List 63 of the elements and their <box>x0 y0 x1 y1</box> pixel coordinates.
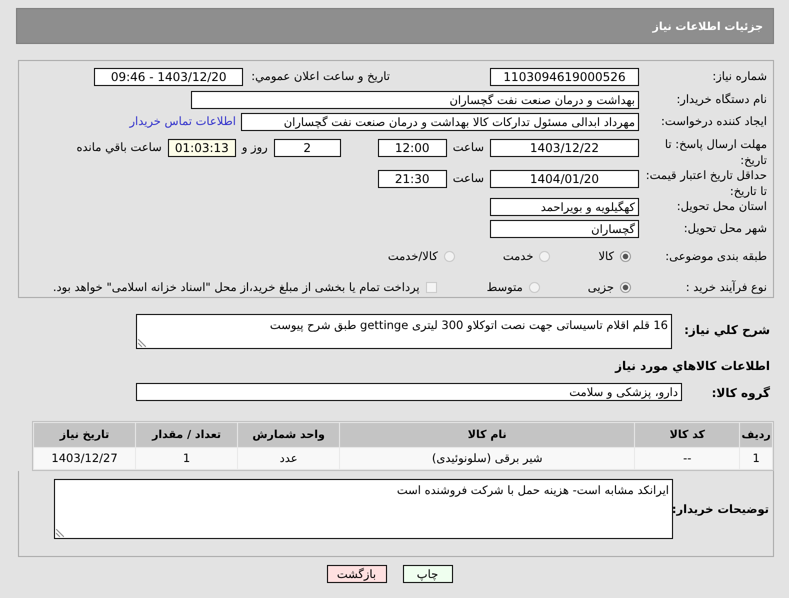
remaining-label: ساعت باقي مانده <box>76 139 162 156</box>
requester-field: مهرداد ابدالی مسئول تدارکات کالا بهداشت و درمان صنعت نفت گچساران <box>241 113 639 131</box>
column-header: تاریخ نیاز <box>34 423 136 447</box>
buyer-contact-link[interactable]: اطلاعات تماس خریدار <box>129 113 236 130</box>
days-label: روز و <box>242 139 268 156</box>
goods-group-field: دارو، پزشکی و سلامت <box>136 383 682 401</box>
city-field: گچساران <box>490 220 639 238</box>
table-cell: 1 <box>136 448 238 469</box>
checkbox[interactable] <box>426 282 437 293</box>
deadline-date-field: 1403/12/22 <box>490 139 639 157</box>
table-cell: 1 <box>740 448 772 469</box>
radio-label: متوسط <box>486 279 523 296</box>
field-label: استان محل تحویل: <box>676 198 768 215</box>
resize-grip-icon[interactable] <box>138 339 146 347</box>
validity-date-field: 1404/01/20 <box>490 170 639 188</box>
field-label: شرح کلي نياز: <box>683 322 771 339</box>
field-label: گروه کالا: <box>710 385 771 402</box>
radio-button[interactable] <box>620 251 631 262</box>
description-text: 16 قلم اقلام تاسیساتی جهت نصت اتوکلاو 300 لیتری gettinge طبق شرح پیوست <box>270 318 668 332</box>
field-label: طبقه بندی موضوعی: <box>664 248 768 265</box>
page-title: جزئیات اطلاعات نیاز <box>652 20 763 32</box>
table-cell: شیر برقی (سلونوئیدی) <box>340 448 634 469</box>
field-label: نوع فرآیند خرید : <box>684 279 768 296</box>
treasury-note: پرداخت تمام یا بخشی از مبلغ خرید،از محل "اسناد خزانه اسلامی" خواهد بود. <box>52 279 420 296</box>
radio-label: جزیی <box>588 279 614 296</box>
column-header: کد کالا <box>635 423 740 447</box>
field-label: تاریخ و ساعت اعلان عمومي: <box>251 68 390 85</box>
column-header: ردیف <box>740 423 772 447</box>
radio-button[interactable] <box>528 282 540 293</box>
field-label: توضیحات خریدار: <box>673 501 770 518</box>
radio-label: کالا <box>598 248 614 265</box>
deadline-time-field: 12:00 <box>378 139 447 157</box>
field-label: شهر محل تحویل: <box>682 220 768 237</box>
field-label: نام دستگاه خریدار: <box>675 91 768 108</box>
radio-button[interactable] <box>444 251 455 262</box>
time-label: ساعت <box>452 170 484 187</box>
province-field: کهگیلویه و بویراحمد <box>490 198 639 216</box>
field-label: شماره نیاز: <box>711 68 768 85</box>
field-label: حداقل تاریخ اعتبار قیمت: تا تاریخ: <box>644 167 768 199</box>
table-cell: -- <box>635 448 740 469</box>
days-field: 2 <box>274 139 341 157</box>
remaining-time-field: 01:03:13 <box>168 139 236 157</box>
section-title: اطلاعات کالاهاي مورد نياز <box>614 358 770 375</box>
need-number-field: 1103094619000526 <box>490 68 639 86</box>
column-header: نام کالا <box>340 423 634 447</box>
buyer-org-field: بهداشت و درمان صنعت نفت گچساران <box>191 91 639 109</box>
field-label: ایجاد کننده درخواست: <box>660 113 768 130</box>
table-cell: عدد <box>238 448 340 469</box>
column-header: واحد شمارش <box>238 423 340 447</box>
validity-time-field: 21:30 <box>378 170 447 188</box>
table-cell: 1403/12/27 <box>34 448 136 469</box>
announce-date-field: 1403/12/20 - 09:46 <box>94 68 244 86</box>
buyer-notes-text: ایرانکد مشابه است- هزینه حمل با شرکت فروشنده است <box>396 483 669 497</box>
radio-button[interactable] <box>539 251 550 262</box>
print-button[interactable]: چاپ <box>402 565 452 583</box>
radio-label: خدمت <box>502 248 534 265</box>
field-label: مهلت ارسال پاسخ: تا تاریخ: <box>664 136 768 168</box>
resize-grip-icon[interactable] <box>56 529 64 537</box>
radio-label: کالا/خدمت <box>388 248 438 265</box>
radio-button[interactable] <box>620 282 631 293</box>
back-button[interactable]: بازگشت <box>326 565 386 583</box>
column-header: تعداد / مقدار <box>136 423 238 447</box>
time-label: ساعت <box>452 139 484 156</box>
